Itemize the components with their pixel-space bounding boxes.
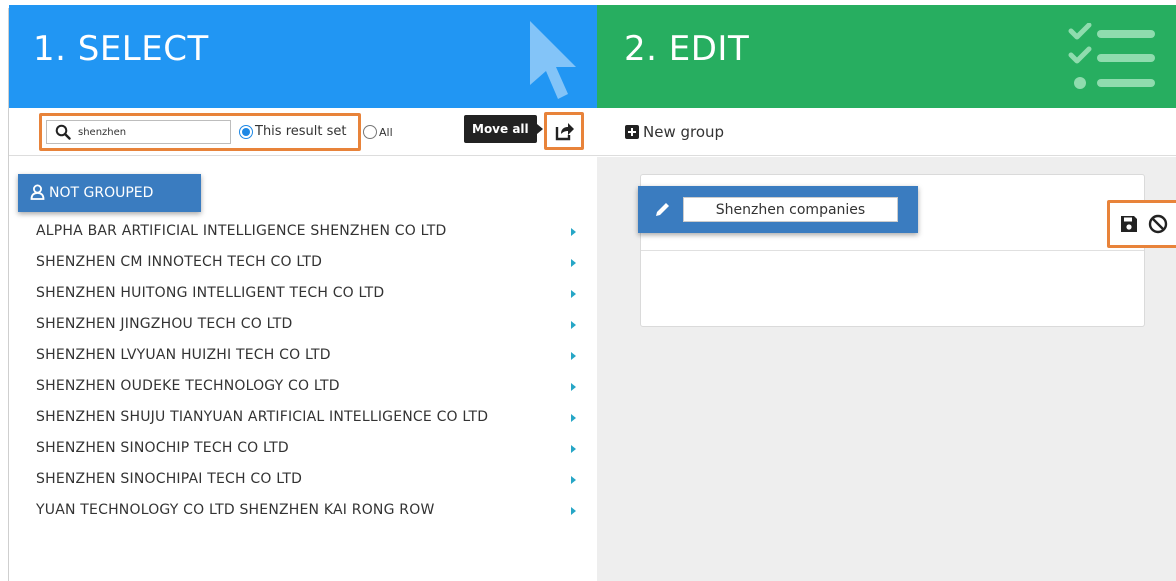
list-item[interactable]: SHENZHEN SHUJU TIANYUAN ARTIFICIAL INTEL… <box>36 401 576 432</box>
plus-square-icon[interactable] <box>625 125 639 139</box>
new-group-button[interactable]: New group <box>643 123 724 141</box>
edit-toolbar: New group <box>597 108 1176 156</box>
save-icon[interactable] <box>1120 215 1138 233</box>
list-item[interactable]: SHENZHEN HUITONG INTELLIGENT TECH CO LTD <box>36 277 576 308</box>
edit-title: 2. EDIT <box>624 29 750 69</box>
move-all-button[interactable] <box>544 112 584 150</box>
ban-icon[interactable] <box>1148 214 1168 234</box>
search-input[interactable] <box>78 121 228 143</box>
list-item[interactable]: ALPHA BAR ARTIFICIAL INTELLIGENCE SHENZH… <box>36 215 576 246</box>
list-item[interactable]: SHENZHEN SINOCHIP TECH CO LTD <box>36 432 576 463</box>
edit-header: 2. EDIT <box>597 5 1176 108</box>
select-title: 1. SELECT <box>33 29 209 69</box>
list-item-label: SHENZHEN HUITONG INTELLIGENT TECH CO LTD <box>36 285 385 301</box>
list-item-label: YUAN TECHNOLOGY CO LTD SHENZHEN KAI RONG… <box>36 502 435 518</box>
cursor-arrow-icon <box>530 21 576 99</box>
radio-all-label[interactable]: All <box>379 126 393 139</box>
select-header: 1. SELECT <box>9 5 598 108</box>
caret-right-icon[interactable] <box>571 290 576 298</box>
user-icon <box>30 184 45 200</box>
pencil-icon[interactable] <box>655 201 671 217</box>
not-grouped-badge: NOT GROUPED <box>18 174 201 212</box>
list-item-label: SHENZHEN LVYUAN HUIZHI TECH CO LTD <box>36 347 331 363</box>
group-actions <box>1107 200 1176 248</box>
checklist-icon <box>1068 23 1155 89</box>
company-list: ALPHA BAR ARTIFICIAL INTELLIGENCE SHENZH… <box>36 215 576 525</box>
caret-right-icon[interactable] <box>571 414 576 422</box>
caret-right-icon[interactable] <box>571 321 576 329</box>
radio-this-result-set-label[interactable]: This result set <box>255 124 346 139</box>
radio-this-result-set[interactable] <box>239 125 253 139</box>
search-group: This result set All <box>39 113 393 151</box>
list-item[interactable]: SHENZHEN LVYUAN HUIZHI TECH CO LTD <box>36 339 576 370</box>
list-item-label: ALPHA BAR ARTIFICIAL INTELLIGENCE SHENZH… <box>36 223 447 239</box>
group-name-bar <box>638 186 918 233</box>
list-item[interactable]: SHENZHEN JINGZHOU TECH CO LTD <box>36 308 576 339</box>
caret-right-icon[interactable] <box>571 383 576 391</box>
group-name-input[interactable] <box>683 197 898 222</box>
share-icon <box>555 123 574 141</box>
caret-right-icon[interactable] <box>571 259 576 267</box>
list-item-label: SHENZHEN SINOCHIP TECH CO LTD <box>36 440 289 456</box>
list-item-label: SHENZHEN SINOCHIPAI TECH CO LTD <box>36 471 303 487</box>
caret-right-icon[interactable] <box>571 228 576 236</box>
list-item[interactable]: SHENZHEN CM INNOTECH TECH CO LTD <box>36 246 576 277</box>
list-item-label: SHENZHEN SHUJU TIANYUAN ARTIFICIAL INTEL… <box>36 409 489 425</box>
card-divider <box>641 250 1144 251</box>
search-box[interactable] <box>46 120 231 144</box>
list-item-label: SHENZHEN OUDEKE TECHNOLOGY CO LTD <box>36 378 340 394</box>
select-toolbar: This result set All Move all <box>9 108 598 156</box>
list-item[interactable]: SHENZHEN SINOCHIPAI TECH CO LTD <box>36 463 576 494</box>
list-item[interactable]: SHENZHEN OUDEKE TECHNOLOGY CO LTD <box>36 370 576 401</box>
list-item-label: SHENZHEN JINGZHOU TECH CO LTD <box>36 316 293 332</box>
move-all-tooltip: Move all <box>464 115 543 143</box>
radio-all[interactable] <box>363 125 377 139</box>
caret-right-icon[interactable] <box>571 476 576 484</box>
caret-right-icon[interactable] <box>571 352 576 360</box>
caret-right-icon[interactable] <box>571 507 576 515</box>
edit-panel <box>597 157 1176 581</box>
not-grouped-label: NOT GROUPED <box>49 185 154 201</box>
caret-right-icon[interactable] <box>571 445 576 453</box>
list-item[interactable]: YUAN TECHNOLOGY CO LTD SHENZHEN KAI RONG… <box>36 494 576 525</box>
list-item-label: SHENZHEN CM INNOTECH TECH CO LTD <box>36 254 323 270</box>
ungrouped-panel: NOT GROUPED ALPHA BAR ARTIFICIAL INTELLI… <box>9 157 598 581</box>
search-icon <box>55 124 71 140</box>
